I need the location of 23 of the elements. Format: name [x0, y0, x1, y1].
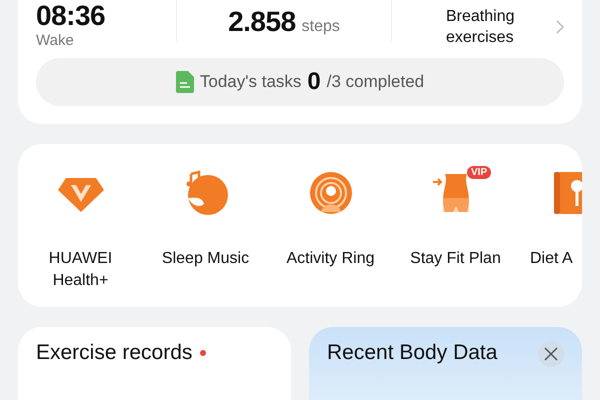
step-count: 2.858: [228, 6, 296, 38]
shortcut-label[interactable]: Stay Fit Plan: [410, 248, 501, 270]
vip-badge: VIP: [467, 166, 492, 179]
card-title: Exercise records: [36, 341, 192, 365]
breathing-link[interactable]: Breathing exercises: [392, 6, 564, 48]
shortcut-label[interactable]: Activity Ring: [286, 248, 375, 270]
tasks-total: /3 completed: [326, 72, 424, 92]
shortcut-label[interactable]: HUAWEI Health+: [26, 248, 136, 292]
steps-unit: steps: [302, 18, 340, 36]
shortcut-label[interactable]: Diet A: [530, 248, 573, 270]
shortcut-label[interactable]: Sleep Music: [162, 248, 250, 270]
tasks-done: 0: [307, 68, 321, 96]
close-button[interactable]: [538, 341, 564, 367]
document-icon: [176, 71, 194, 93]
tasks-bar[interactable]: Today's tasks 0 /3 completed: [36, 58, 564, 106]
wake-time: 08:36: [36, 0, 106, 32]
body-data-card[interactable]: Recent Body Data: [309, 327, 582, 400]
close-icon: [544, 347, 558, 361]
wake-label: Wake: [36, 32, 75, 49]
records-card[interactable]: Exercise records: [18, 327, 291, 400]
chevron-icon: [556, 20, 564, 34]
tasks-label: Today's tasks: [200, 72, 302, 92]
card-title: Recent Body Data: [327, 341, 498, 365]
